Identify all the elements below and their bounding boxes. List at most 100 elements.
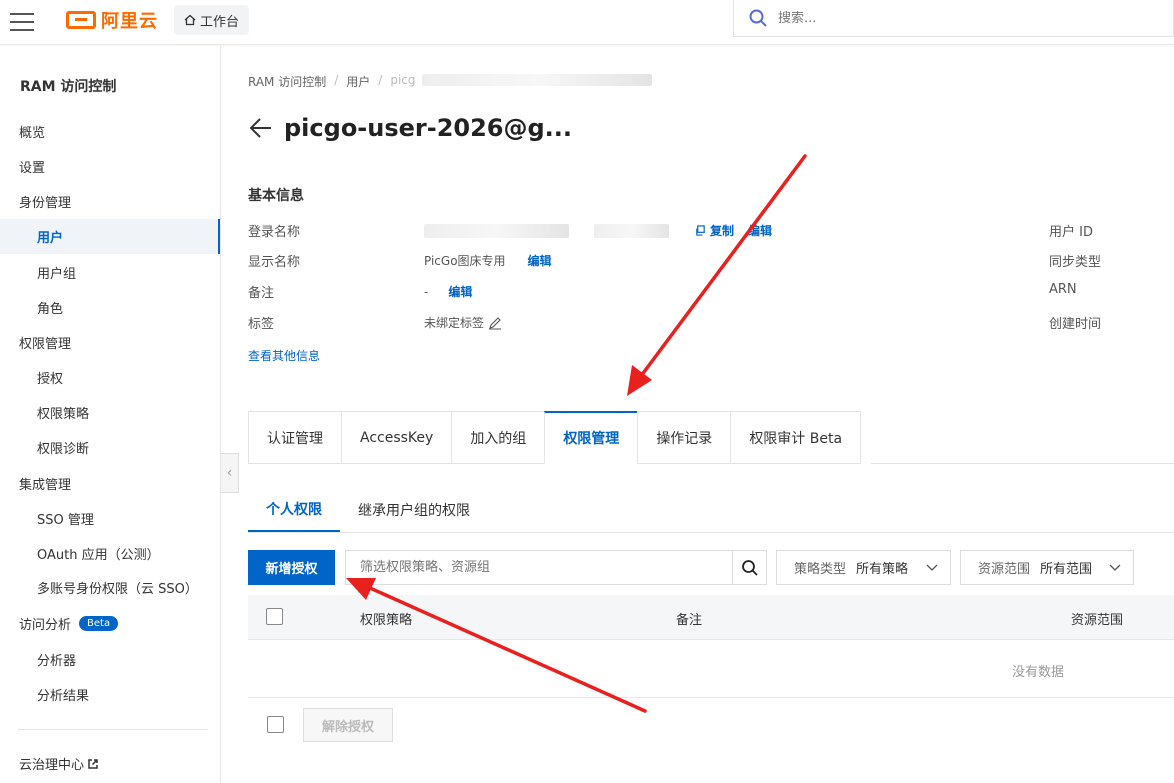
sidebar-item[interactable]: SSO 管理 bbox=[0, 501, 220, 536]
display-name-label: 显示名称 bbox=[248, 255, 301, 270]
sidebar-item[interactable]: 权限策略 bbox=[0, 395, 220, 430]
sidebar-item-label: 用户组 bbox=[37, 267, 77, 282]
resource-scope-value: 所有范围 bbox=[1040, 562, 1093, 577]
sidebar-item-label: OAuth 应用（公测） bbox=[37, 548, 160, 563]
menu-icon[interactable] bbox=[9, 9, 35, 35]
tab-accesskey[interactable]: AccessKey bbox=[341, 411, 452, 464]
more-info-link[interactable]: 查看其他信息 bbox=[248, 347, 320, 364]
search-icon bbox=[749, 9, 767, 27]
workbench-label: 工作台 bbox=[200, 14, 240, 30]
login-name-label: 登录名称 bbox=[248, 225, 301, 240]
annotation-arrow-to-tab bbox=[627, 154, 807, 396]
sidebar-item-label: 权限管理 bbox=[19, 337, 72, 352]
global-search-input[interactable] bbox=[778, 10, 1078, 26]
beta-badge: Beta bbox=[79, 616, 119, 631]
sidebar-item[interactable]: 角色 bbox=[0, 290, 220, 325]
footer-select-all-checkbox[interactable] bbox=[267, 716, 284, 733]
tab-permissions[interactable]: 权限管理 bbox=[544, 411, 638, 464]
sidebar-footer-label: 云治理中心 bbox=[19, 758, 85, 773]
sidebar-item[interactable]: 授权 bbox=[0, 360, 220, 395]
basic-info-title: 基本信息 bbox=[248, 188, 304, 204]
copy-icon[interactable] bbox=[695, 225, 706, 236]
policy-type-select[interactable]: 策略类型 所有策略 bbox=[776, 550, 951, 585]
tags-row: 未绑定标签 bbox=[424, 314, 502, 331]
sidebar-item-label: 身份管理 bbox=[19, 196, 72, 211]
tab-groups[interactable]: 加入的组 bbox=[451, 411, 545, 464]
tab-authentication[interactable]: 认证管理 bbox=[248, 411, 341, 464]
breadcrumb-separator: / bbox=[334, 73, 339, 87]
chevron-left-icon: ‹ bbox=[226, 465, 233, 481]
filter-search-button[interactable] bbox=[732, 550, 767, 585]
sidebar-item-label: 设置 bbox=[19, 161, 46, 176]
sidebar-item[interactable]: 用户组 bbox=[0, 255, 220, 290]
top-bar: 阿里云 工作台 bbox=[0, 0, 1174, 45]
breadcrumb: RAM 访问控制 / 用户 / picg bbox=[248, 73, 652, 90]
empty-state-text: 没有数据 bbox=[1012, 665, 1065, 680]
arn-label: ARN bbox=[1049, 282, 1077, 297]
subtab-inherited-permissions[interactable]: 继承用户组的权限 bbox=[340, 488, 488, 532]
sidebar-item[interactable]: 权限诊断 bbox=[0, 430, 220, 465]
external-link-icon bbox=[88, 758, 98, 769]
subtab-personal-permissions[interactable]: 个人权限 bbox=[248, 488, 340, 532]
sidebar-item[interactable]: 设置 bbox=[0, 149, 220, 184]
sidebar-item-label: 集成管理 bbox=[19, 478, 72, 493]
tags-label: 标签 bbox=[248, 317, 275, 332]
sidebar-item[interactable]: 权限管理 bbox=[0, 325, 220, 360]
sidebar-collapse-handle[interactable]: ‹ bbox=[221, 453, 239, 493]
sidebar-item[interactable]: 多账号身份权限（云 SSO） bbox=[0, 570, 220, 605]
edit-remark-link[interactable]: 编辑 bbox=[448, 283, 472, 300]
copy-login-name-link[interactable]: 复制 bbox=[710, 222, 734, 239]
tags-value: 未绑定标签 bbox=[424, 316, 485, 330]
edit-display-name-link[interactable]: 编辑 bbox=[528, 252, 552, 269]
sidebar-item[interactable]: 分析器 bbox=[0, 642, 220, 677]
edit-login-name-link[interactable]: 编辑 bbox=[748, 222, 772, 239]
sidebar-item-label: 授权 bbox=[37, 372, 64, 387]
display-name-row: PicGo图床专用 编辑 bbox=[424, 252, 552, 269]
arrow-left-icon[interactable] bbox=[248, 115, 274, 141]
search-icon bbox=[741, 559, 758, 576]
tab-permission-audit[interactable]: 权限审计 Beta bbox=[730, 411, 862, 464]
sync-type-label: 同步类型 bbox=[1049, 255, 1102, 270]
sidebar-item[interactable]: 分析结果 bbox=[0, 677, 220, 712]
subtabs-baseline bbox=[248, 532, 1174, 533]
breadcrumb-item-users[interactable]: 用户 bbox=[346, 73, 370, 90]
redacted-text bbox=[424, 223, 569, 238]
login-name-value: 复制 编辑 bbox=[424, 222, 772, 239]
redacted-text bbox=[594, 223, 669, 238]
sidebar-item-cloud-governance[interactable]: 云治理中心 bbox=[0, 746, 220, 781]
sidebar-item[interactable]: 概览 bbox=[0, 114, 220, 149]
add-permission-button[interactable]: 新增授权 bbox=[248, 550, 335, 585]
select-all-checkbox[interactable] bbox=[266, 608, 283, 625]
sidebar-item[interactable]: 访问分析 Beta bbox=[0, 606, 220, 641]
permission-subtabs: 个人权限 继承用户组的权限 bbox=[248, 488, 488, 533]
policy-filter-input[interactable] bbox=[345, 550, 733, 585]
user-id-label: 用户 ID bbox=[1049, 225, 1093, 240]
tab-operation-logs[interactable]: 操作记录 bbox=[637, 411, 731, 464]
global-search[interactable] bbox=[733, 0, 1174, 37]
pencil-icon[interactable] bbox=[488, 316, 502, 330]
sidebar-item[interactable]: 用户 bbox=[0, 219, 220, 254]
sidebar: RAM 访问控制 概览 设置 身份管理 用户 用户组 角色 权限管理 授权 权限策略 权限诊断 集成… bbox=[0, 46, 221, 783]
detail-tabs: 认证管理 AccessKey 加入的组 权限管理 操作记录 权限审计 Beta bbox=[248, 411, 862, 464]
page-title: picgo-user-2026@g... bbox=[284, 114, 573, 142]
remark-label: 备注 bbox=[248, 286, 275, 301]
remove-permission-button[interactable]: 解除授权 bbox=[303, 708, 393, 742]
sidebar-item[interactable]: 集成管理 bbox=[0, 466, 220, 501]
column-header-scope: 资源范围 bbox=[1071, 613, 1124, 628]
aliyun-logo[interactable]: 阿里云 bbox=[66, 9, 158, 32]
table-header: 权限策略 备注 资源范围 bbox=[248, 595, 1174, 640]
workbench-button[interactable]: 工作台 bbox=[174, 5, 250, 35]
breadcrumb-item-ram[interactable]: RAM 访问控制 bbox=[248, 73, 326, 90]
sidebar-item-label: 角色 bbox=[37, 302, 64, 317]
redacted-text bbox=[421, 74, 652, 86]
created-time-label: 创建时间 bbox=[1049, 317, 1102, 332]
aliyun-logo-mark bbox=[66, 11, 96, 29]
sidebar-item-label: 权限策略 bbox=[37, 407, 90, 422]
sidebar-item-label: 分析器 bbox=[37, 654, 77, 669]
policy-type-label: 策略类型 bbox=[794, 562, 847, 577]
resource-scope-select[interactable]: 资源范围 所有范围 bbox=[960, 550, 1134, 585]
sidebar-item[interactable]: OAuth 应用（公测） bbox=[0, 536, 220, 571]
sidebar-item[interactable]: 身份管理 bbox=[0, 184, 220, 219]
policy-type-value: 所有策略 bbox=[856, 562, 909, 577]
chevron-down-icon bbox=[926, 564, 938, 571]
